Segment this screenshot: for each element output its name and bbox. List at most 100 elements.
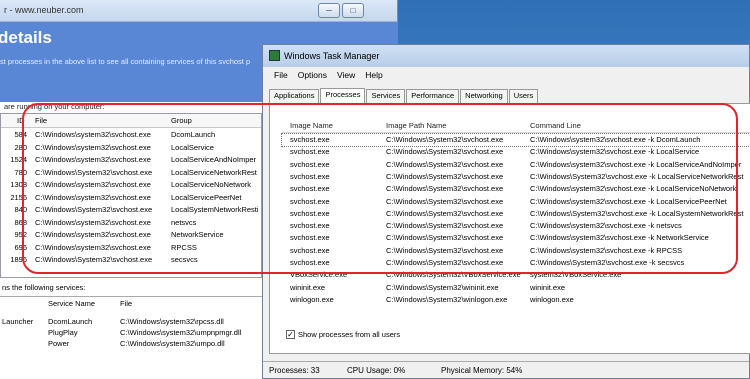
cell: LocalService: [171, 142, 214, 152]
table-row[interactable]: Power C:\Windows\system32\umpo.dll: [0, 339, 262, 350]
cell: C:\Windows\system32\svchost.exe: [35, 242, 151, 252]
cell: wininit.exe: [530, 282, 566, 292]
tab-performance[interactable]: Performance: [406, 89, 460, 103]
table-row[interactable]: 868 C:\Windows\system32\svchost.exe netsvc…: [1, 218, 261, 229]
cell: C:\Windows\System32\svchost.exe: [386, 196, 504, 206]
table-row[interactable]: Launcher DcomLaunch C:\Windows\system32\rp…: [0, 317, 262, 328]
list-item[interactable]: svchost.exe C:\Windows\System32\svchost.e…: [281, 133, 750, 147]
cell: 1524: [10, 155, 27, 164]
list-item[interactable]: svchost.exe C:\Windows\System32\svchost.e…: [282, 159, 750, 171]
table-row[interactable]: 952 C:\Windows\system32\svchost.exe Networ…: [1, 230, 261, 241]
banner-subtitle: st processes in the above list to see al…: [0, 57, 251, 66]
cell: winlogon.exe: [290, 294, 334, 304]
list-item[interactable]: svchost.exe C:\Windows\System32\svchost.e…: [282, 146, 750, 158]
col-header-service-file[interactable]: File: [120, 299, 132, 308]
cell: DcomLaunch: [171, 130, 216, 139]
list-item[interactable]: svchost.exe C:\Windows\System32\svchost.e…: [282, 245, 750, 257]
list-item[interactable]: wininit.exe C:\Windows\System32\wininit.e…: [282, 282, 750, 294]
menu-options[interactable]: Options: [293, 68, 332, 82]
cell: 1896: [10, 255, 27, 264]
list-item[interactable]: VBoxService.exe C:\Windows\System32\VBoxS…: [282, 269, 750, 281]
cell: C:\Windows\System32\svchost.exe: [386, 135, 504, 144]
cell: svchost.exe: [290, 147, 330, 157]
cell: Launcher: [2, 317, 34, 326]
col-header-group[interactable]: Group: [171, 116, 192, 125]
cell: DcomLaunch: [48, 317, 93, 326]
cell: wininit.exe: [290, 282, 326, 292]
status-bar: Processes: 33 CPU Usage: 0% Physical Mem…: [263, 361, 749, 379]
cell: LocalServiceNoNetwork: [171, 180, 252, 189]
cell: 952: [14, 230, 27, 239]
process-list-header: Image Name Image Path Name Command Line: [282, 118, 750, 133]
cell: C:\Windows\system32\svchost.exe -k Local…: [530, 147, 700, 157]
col-header-image-path[interactable]: Image Path Name: [386, 121, 446, 130]
menu-help[interactable]: Help: [360, 68, 387, 82]
table-row[interactable]: 780 C:\Windows\System32\svchost.exe LocalS…: [1, 168, 261, 179]
status-memory: Physical Memory: 54%: [441, 366, 523, 375]
list-item[interactable]: svchost.exe C:\Windows\System32\svchost.e…: [282, 232, 750, 244]
tab-services[interactable]: Services: [366, 89, 406, 103]
cell: C:\Windows\System32\svchost.exe: [386, 147, 504, 157]
col-header-command-line[interactable]: Command Line: [530, 121, 581, 130]
cell: C:\Windows\system32\svchost.exe: [35, 180, 151, 189]
grid-header: ID File Group: [1, 114, 261, 128]
col-header-service-name[interactable]: Service Name: [48, 299, 95, 308]
table-row[interactable]: 1896 C:\Windows\System32\svchost.exe secsv…: [1, 255, 261, 266]
list-item[interactable]: svchost.exe C:\Windows\System32\svchost.e…: [282, 208, 750, 220]
cell: C:\Windows\System32\VBoxService.exe: [386, 270, 521, 280]
cell: LocalServicePeerNet: [171, 192, 242, 202]
cell: PlugPlay: [48, 328, 78, 337]
list-item[interactable]: svchost.exe C:\Windows\System32\svchost.e…: [282, 196, 750, 208]
cell: svchost.exe: [290, 135, 330, 144]
table-row[interactable]: 696 C:\Windows\system32\svchost.exe RPCSS: [1, 243, 261, 254]
table-row[interactable]: 1524 C:\Windows\system32\svchost.exe Local…: [1, 155, 261, 166]
tab-processes[interactable]: Processes: [320, 88, 366, 103]
col-header-file[interactable]: File: [35, 116, 47, 125]
table-row[interactable]: 840 C:\Windows\System32\svchost.exe LocalS…: [1, 205, 261, 216]
services-header: Service Name File: [0, 297, 262, 309]
cell: C:\Windows\System32\svchost.exe: [35, 167, 153, 177]
table-row[interactable]: 584 C:\Windows\system32\svchost.exe DcomLa…: [1, 130, 261, 141]
tab-users[interactable]: Users: [508, 89, 539, 103]
table-row[interactable]: 1308 C:\Windows\system32\svchost.exe Local…: [1, 180, 261, 191]
menu-file[interactable]: File: [269, 68, 293, 82]
menu-bar: File Options View Help: [263, 68, 388, 82]
svchost-process-grid[interactable]: ID File Group 584 C:\Windows\system32\svc…: [0, 113, 262, 278]
list-item[interactable]: winlogon.exe C:\Windows\System32\winlogon…: [282, 294, 750, 306]
cell: C:\Windows\System32\svchost.exe -k secsv…: [530, 258, 685, 267]
cell: C:\Windows\System32\wininit.exe: [386, 282, 499, 292]
back-window-titlebar: r - www.neuber.com ─ □: [0, 0, 397, 22]
maximize-button[interactable]: □: [342, 3, 364, 18]
services-grid[interactable]: Service Name File Launcher DcomLaunch C:\W…: [0, 296, 262, 379]
cell: C:\Windows\system32\svchost.exe: [35, 230, 151, 239]
cell: RPCSS: [171, 242, 197, 252]
list-item[interactable]: svchost.exe C:\Windows\System32\svchost.e…: [282, 183, 750, 195]
minimize-button[interactable]: ─: [318, 3, 340, 18]
process-list-caption: are running on your computer:: [4, 102, 105, 111]
menu-view[interactable]: View: [332, 68, 360, 82]
tab-applications[interactable]: Applications: [269, 89, 320, 103]
list-item[interactable]: svchost.exe C:\Windows\System32\svchost.e…: [282, 171, 750, 183]
cell: svchost.exe: [290, 258, 330, 267]
table-row[interactable]: 2156 C:\Windows\system32\svchost.exe Local…: [1, 193, 261, 204]
banner-heading: details: [0, 28, 52, 47]
cell: C:\Windows\system32\svchost.exe -k RPCSS: [530, 245, 683, 255]
table-row[interactable]: PlugPlay C:\Windows\system32\umpnpmgr.dll: [0, 328, 262, 339]
list-item[interactable]: svchost.exe C:\Windows\System32\svchost.e…: [282, 257, 750, 269]
table-row[interactable]: 280 C:\Windows\system32\svchost.exe LocalS…: [1, 143, 261, 154]
cell: C:\Windows\System32\svchost.exe: [35, 205, 153, 214]
cell: svchost.exe: [290, 245, 330, 255]
task-manager-title: Windows Task Manager: [284, 51, 380, 61]
checkbox-box[interactable]: ✓: [286, 330, 295, 339]
cell: C:\Windows\system32\svchost.exe: [35, 155, 151, 164]
list-item[interactable]: svchost.exe C:\Windows\System32\svchost.e…: [282, 220, 750, 232]
cell: C:\Windows\system32\svchost.exe: [35, 217, 151, 227]
show-all-users-checkbox[interactable]: ✓ Show processes from all users: [286, 330, 400, 339]
cell: C:\Windows\System32\svchost.exe -k Local…: [530, 208, 744, 218]
col-header-id[interactable]: ID: [17, 116, 25, 125]
cell: C:\Windows\System32\svchost.exe: [386, 221, 504, 231]
cell: C:\Windows\system32\svchost.exe: [35, 142, 151, 152]
cell: C:\Windows\System32\svchost.exe: [35, 255, 153, 264]
tab-networking[interactable]: Networking: [460, 89, 508, 103]
col-header-image-name[interactable]: Image Name: [290, 121, 333, 130]
